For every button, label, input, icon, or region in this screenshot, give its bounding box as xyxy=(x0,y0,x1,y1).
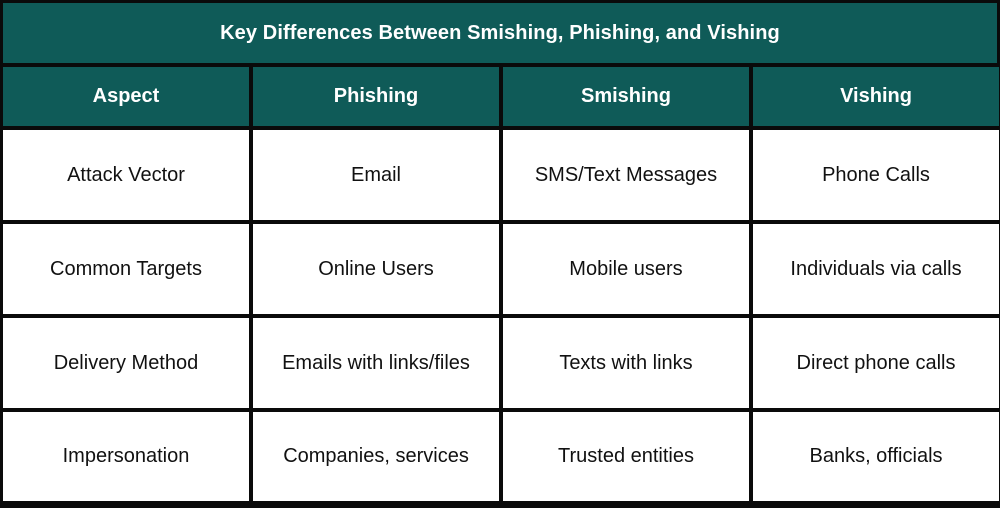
row-label-common-targets: Common Targets xyxy=(3,224,249,314)
column-header-vishing: Vishing xyxy=(753,67,999,126)
column-header-phishing: Phishing xyxy=(253,67,499,126)
table-cell: Mobile users xyxy=(503,224,749,314)
table-cell: Phone Calls xyxy=(753,130,999,220)
table-cell: SMS/Text Messages xyxy=(503,130,749,220)
row-label-impersonation: Impersonation xyxy=(3,412,249,501)
table-cell: Trusted entities xyxy=(503,412,749,501)
table-cell: Individuals via calls xyxy=(753,224,999,314)
column-header-smishing: Smishing xyxy=(503,67,749,126)
table-cell: Email xyxy=(253,130,499,220)
column-header-aspect: Aspect xyxy=(3,67,249,126)
table-cell: Companies, services xyxy=(253,412,499,501)
comparison-table: Key Differences Between Smishing, Phishi… xyxy=(0,0,1000,508)
table-title: Key Differences Between Smishing, Phishi… xyxy=(3,3,997,63)
table-cell: Direct phone calls xyxy=(753,318,999,408)
table-cell: Online Users xyxy=(253,224,499,314)
table-cell: Banks, officials xyxy=(753,412,999,501)
table-cell: Emails with links/files xyxy=(253,318,499,408)
table-cell: Texts with links xyxy=(503,318,749,408)
row-label-attack-vector: Attack Vector xyxy=(3,130,249,220)
table-grid: Aspect Phishing Smishing Vishing Attack … xyxy=(3,67,999,501)
row-label-delivery-method: Delivery Method xyxy=(3,318,249,408)
